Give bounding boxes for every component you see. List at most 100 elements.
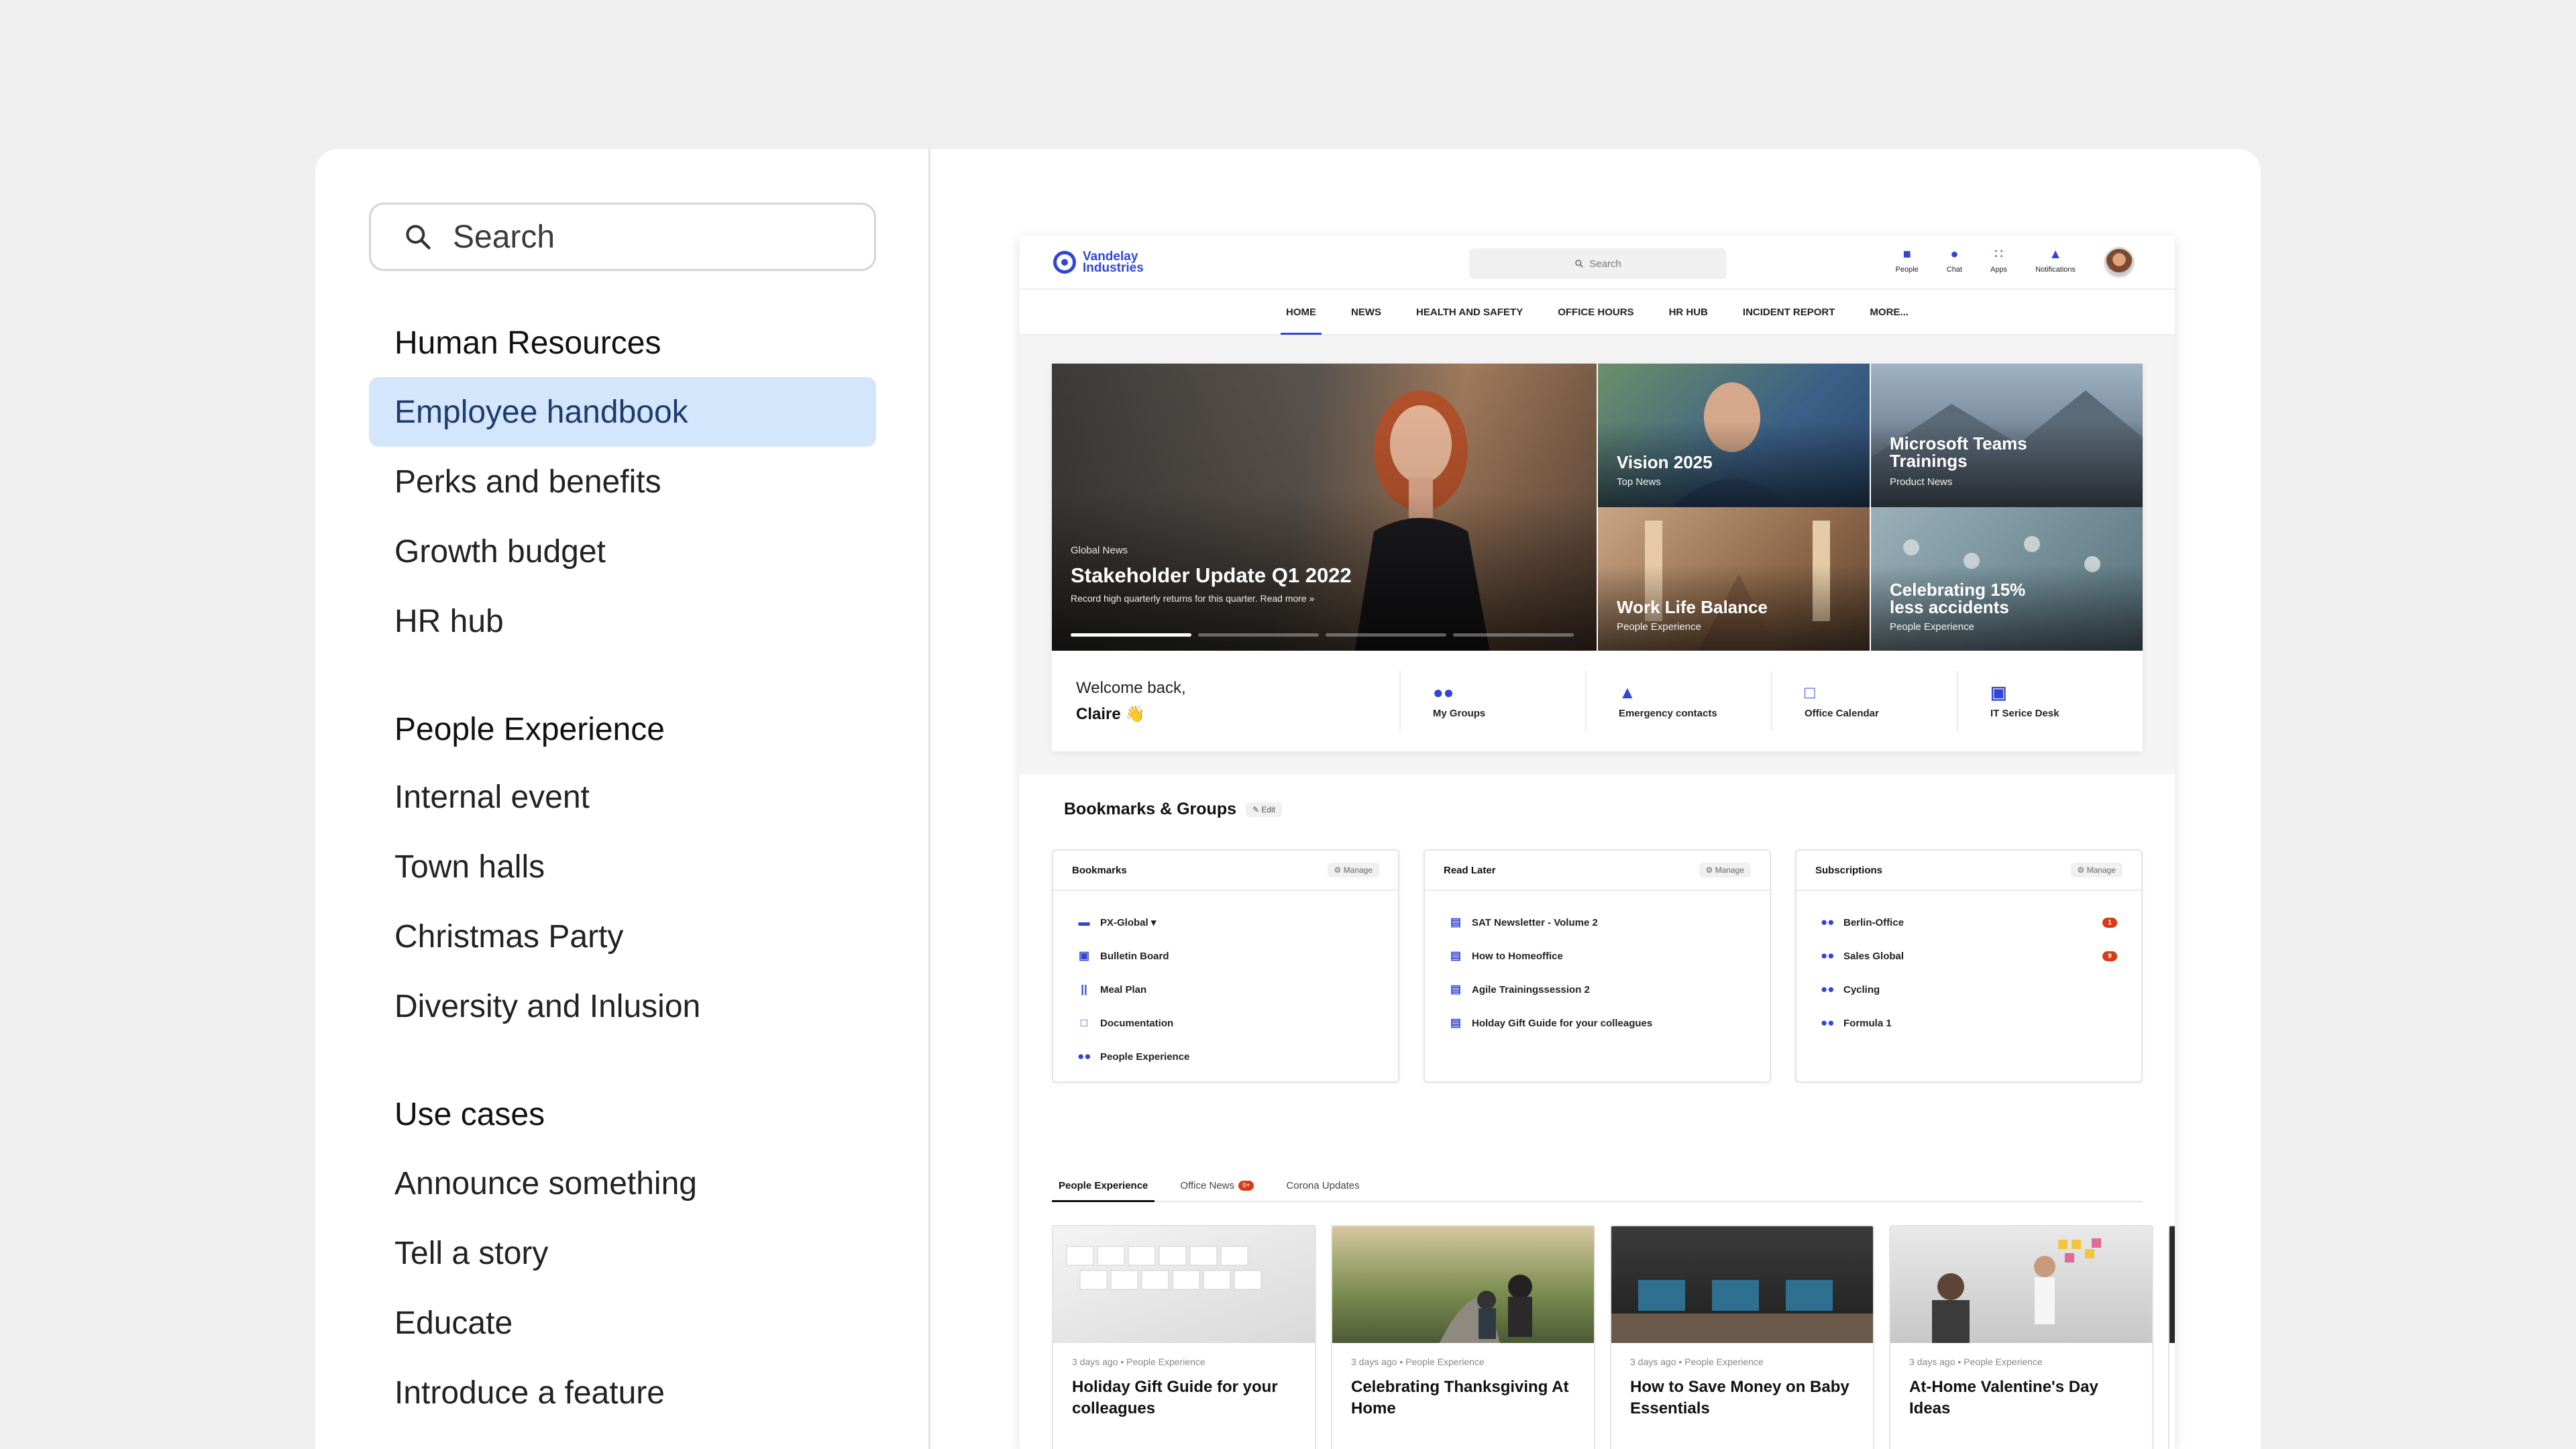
news-card[interactable]: 3 days ago • People Experience Celebrati… bbox=[1331, 1225, 1595, 1449]
manage-button[interactable]: ⚙ Manage bbox=[1327, 863, 1379, 877]
hero-main-story[interactable]: Global News Stakeholder Update Q1 2022 R… bbox=[1052, 364, 1597, 651]
tab-corona-updates[interactable]: Corona Updates bbox=[1279, 1170, 1366, 1201]
apps-button[interactable]: ∷ Apps bbox=[1990, 247, 2007, 274]
menu-more[interactable]: MORE... bbox=[1864, 289, 1914, 335]
quick-link-it-service-desk[interactable]: ▣ IT Serice Desk bbox=[1956, 671, 2143, 731]
menu-incident-report[interactable]: INCIDENT REPORT bbox=[1737, 289, 1841, 335]
quick-link-office-calendar[interactable]: □ Office Calendar bbox=[1770, 671, 1957, 731]
news-title: How to Save Money on Baby Essentials bbox=[1630, 1378, 1849, 1417]
tab-office-news[interactable]: Office News 9+ bbox=[1173, 1170, 1260, 1201]
tab-label: People Experience bbox=[1059, 1179, 1148, 1191]
nav-item-hr-hub[interactable]: HR hub bbox=[369, 586, 876, 656]
template-sidebar: Search Human Resources Employee handbook… bbox=[315, 149, 930, 1449]
nav-item-employee-handbook[interactable]: Employee handbook bbox=[369, 377, 876, 447]
notifications-button[interactable]: ▲ Notifications bbox=[2035, 247, 2076, 274]
read-later-item[interactable]: ▤ How to Homeoffice bbox=[1449, 939, 1746, 973]
news-card-image bbox=[2169, 1226, 2175, 1343]
tab-people-experience[interactable]: People Experience bbox=[1052, 1170, 1155, 1202]
menu-office-hours[interactable]: OFFICE HOURS bbox=[1552, 289, 1639, 335]
nav-item-internal-event[interactable]: Internal event bbox=[369, 762, 876, 832]
tile-celebrating-less-accidents[interactable]: Celebrating 15% less accidents People Ex… bbox=[1871, 507, 2143, 651]
document-icon: □ bbox=[1080, 1016, 1088, 1029]
cutlery-icon: || bbox=[1081, 983, 1087, 996]
section-title-human-resources: Human Resources bbox=[394, 325, 661, 361]
subscription-item[interactable]: ●● Cycling bbox=[1821, 973, 2117, 1006]
news-tabs: People Experience Office News 9+ Corona U… bbox=[1052, 1170, 2143, 1202]
topbar-icons: ■ People ● Chat ∷ Apps ▲ Notifications bbox=[1895, 247, 2135, 278]
subscription-item[interactable]: ●● Berlin-Office 1 bbox=[1821, 906, 2117, 939]
nav-item-announce-something[interactable]: Announce something bbox=[369, 1148, 876, 1218]
tile-vision-2025[interactable]: Vision 2025 Top News bbox=[1598, 364, 1870, 507]
read-later-item[interactable]: ▤ Holday Gift Guide for your colleagues bbox=[1449, 1006, 1746, 1040]
subscription-item[interactable]: ●● Formula 1 bbox=[1821, 1006, 2117, 1040]
warning-icon: ▲ bbox=[1618, 682, 1636, 702]
bookmarks-and-groups-section: Bookmarks & Groups ✎ Edit Bookmarks ⚙ Man… bbox=[1020, 774, 2175, 1449]
intranet-topbar: Vandelay Industries Search ■ People ● Chat… bbox=[1020, 236, 2175, 290]
content-card: Search Human Resources Employee handbook… bbox=[315, 149, 2261, 1449]
nav-item-growth-budget[interactable]: Growth budget bbox=[369, 517, 876, 586]
news-card-image bbox=[1332, 1226, 1594, 1343]
monitor-icon: ▣ bbox=[1990, 682, 2007, 702]
news-card-partial[interactable] bbox=[2168, 1225, 2175, 1449]
bookmark-item[interactable]: ▣ Bulletin Board bbox=[1077, 939, 1374, 973]
search-input[interactable]: Search bbox=[369, 203, 876, 271]
manage-button[interactable]: ⚙ Manage bbox=[1699, 863, 1751, 877]
people-button[interactable]: ■ People bbox=[1895, 247, 1918, 274]
card-title: Subscriptions bbox=[1815, 864, 1883, 876]
card-title: Read Later bbox=[1444, 864, 1496, 876]
chat-button[interactable]: ● Chat bbox=[1947, 247, 1962, 274]
nav-item-perks-and-benefits[interactable]: Perks and benefits bbox=[369, 447, 876, 517]
hero-carousel-indicator[interactable] bbox=[1071, 633, 1574, 637]
read-later-item[interactable]: ▤ Agile Trainingssession 2 bbox=[1449, 973, 1746, 1006]
edit-button[interactable]: ✎ Edit bbox=[1246, 802, 1283, 817]
bookmark-item[interactable]: □ Documentation bbox=[1077, 1006, 1374, 1040]
vandelay-logo[interactable]: Vandelay Industries bbox=[1053, 250, 1144, 274]
news-card[interactable]: 3 days ago • People Experience At-Home V… bbox=[1889, 1225, 2153, 1449]
section-title-people-experience: People Experience bbox=[394, 712, 665, 747]
intranet-preview: Vandelay Industries Search ■ People ● Chat… bbox=[1020, 236, 2175, 1449]
quick-link-emergency-contacts[interactable]: ▲ Emergency contacts bbox=[1585, 671, 1771, 731]
meeting-illustration bbox=[1932, 1238, 2101, 1343]
manage-button[interactable]: ⚙ Manage bbox=[2070, 863, 2123, 877]
nav-item-educate[interactable]: Educate bbox=[369, 1288, 876, 1358]
nav-item-town-halls[interactable]: Town halls bbox=[369, 832, 876, 902]
tile-microsoft-teams-trainings[interactable]: Microsoft Teams Trainings Product News bbox=[1871, 364, 2143, 507]
nav-item-introduce-a-feature[interactable]: Introduce a feature bbox=[369, 1358, 876, 1428]
news-card[interactable]: 3 days ago • People Experience How to Sa… bbox=[1610, 1225, 1874, 1449]
tile-subtitle: People Experience bbox=[1890, 621, 1974, 633]
menu-home[interactable]: HOME bbox=[1281, 289, 1322, 335]
subscription-item[interactable]: ●● Sales Global 9 bbox=[1821, 939, 2117, 973]
article-icon: ▤ bbox=[1450, 949, 1462, 962]
news-card[interactable]: 3 days ago • People Experience Holiday G… bbox=[1052, 1225, 1316, 1449]
avatar[interactable] bbox=[2104, 247, 2135, 278]
read-later-label: Holday Gift Guide for your colleagues bbox=[1472, 1017, 1653, 1029]
article-icon: ▤ bbox=[1450, 983, 1462, 996]
news-meta: 3 days ago • People Experience bbox=[1351, 1356, 1485, 1367]
news-card-image bbox=[1053, 1226, 1315, 1343]
read-later-item[interactable]: ▤ SAT Newsletter - Volume 2 bbox=[1449, 906, 1746, 939]
nav-item-christmas-party[interactable]: Christmas Party bbox=[369, 902, 876, 971]
menu-hr-hub[interactable]: HR HUB bbox=[1664, 289, 1713, 335]
bookmark-item[interactable]: ●● People Experience bbox=[1077, 1040, 1374, 1073]
bookmark-item[interactable]: ▬ PX-Global ▾ bbox=[1077, 906, 1374, 939]
menu-health-and-safety[interactable]: HEALTH AND SAFETY bbox=[1411, 289, 1528, 335]
tile-work-life-balance[interactable]: Work Life Balance People Experience bbox=[1598, 507, 1870, 651]
read-later-label: SAT Newsletter - Volume 2 bbox=[1472, 916, 1598, 928]
quick-link-my-groups[interactable]: ●● My Groups bbox=[1399, 671, 1585, 731]
bookmark-label: People Experience bbox=[1100, 1051, 1190, 1063]
tab-label: Office News bbox=[1180, 1179, 1234, 1191]
bookmark-item[interactable]: || Meal Plan bbox=[1077, 973, 1374, 1006]
bookmark-label: Bulletin Board bbox=[1100, 950, 1169, 962]
tile-subtitle: Top News bbox=[1617, 476, 1661, 488]
unread-badge: 1 bbox=[2102, 917, 2117, 928]
news-meta: 3 days ago • People Experience bbox=[1909, 1356, 2043, 1367]
tile-title-line-2: less accidents bbox=[1890, 597, 2009, 617]
subscription-label: Sales Global bbox=[1843, 950, 1904, 962]
news-title: Celebrating Thanksgiving At Home bbox=[1351, 1378, 1569, 1417]
nav-item-diversity-and-inclusion[interactable]: Diversity and Inlusion bbox=[369, 971, 876, 1041]
search-icon bbox=[1575, 260, 1584, 268]
nav-item-tell-a-story[interactable]: Tell a story bbox=[369, 1218, 876, 1288]
tile-title-line-1: Microsoft Teams bbox=[1890, 433, 2027, 453]
menu-news[interactable]: NEWS bbox=[1346, 289, 1387, 335]
intranet-search-input[interactable]: Search bbox=[1469, 248, 1727, 279]
